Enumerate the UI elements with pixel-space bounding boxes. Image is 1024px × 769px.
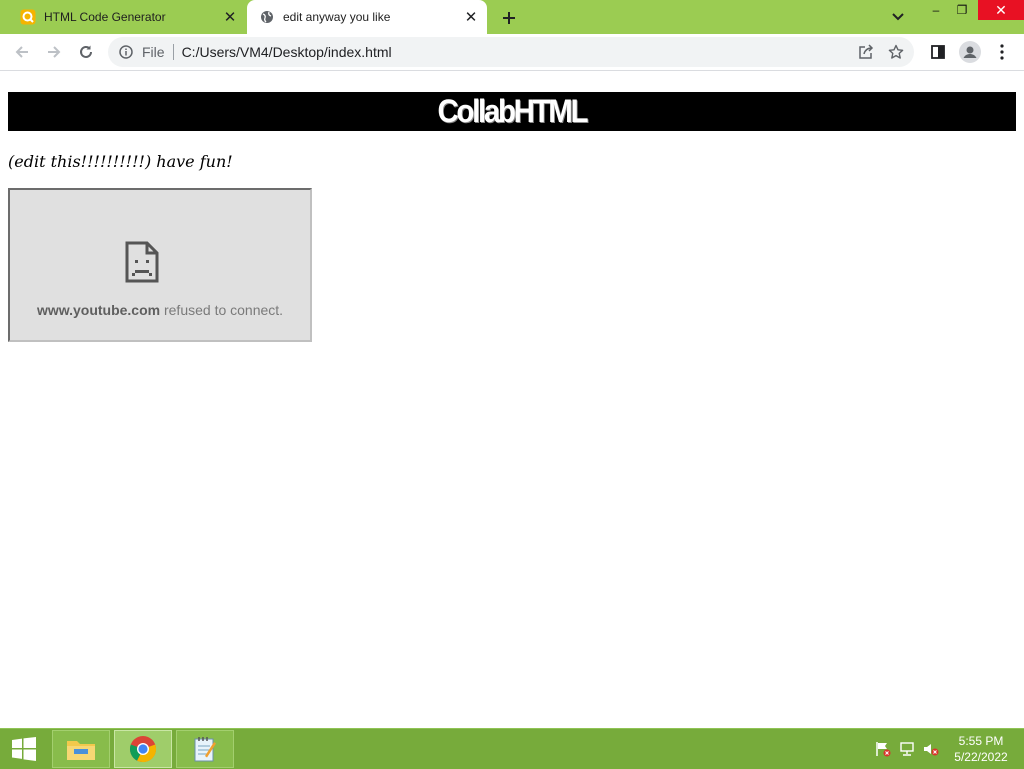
speaker-muted-icon[interactable]	[922, 741, 940, 757]
code-generator-favicon-icon	[20, 9, 36, 25]
restore-button[interactable]: ❐	[950, 0, 974, 20]
action-center-flag-icon[interactable]	[874, 741, 892, 757]
page-title: CollabHTML	[437, 93, 589, 129]
forward-arrow-icon[interactable]	[42, 40, 66, 64]
tab-title: edit anyway you like	[283, 10, 391, 24]
kebab-menu-icon[interactable]	[990, 40, 1014, 64]
url-scheme-label: File	[142, 44, 165, 60]
clock-time: 5:55 PM	[958, 734, 1004, 748]
chrome-taskbar-icon[interactable]	[114, 730, 172, 768]
taskbar: 5:55 PM 5/22/2022	[0, 728, 1024, 769]
notepad-taskbar-icon[interactable]	[176, 730, 234, 768]
windows-start-icon[interactable]	[0, 729, 48, 769]
globe-icon	[259, 9, 275, 25]
tab-close-icon[interactable]: ✕	[461, 7, 481, 27]
bookmark-star-icon[interactable]	[884, 40, 908, 64]
system-clock[interactable]: 5:55 PM 5/22/2022	[948, 733, 1014, 765]
youtube-embed-frame[interactable]: www.youtube.com refused to connect.	[8, 188, 312, 342]
network-icon[interactable]	[898, 741, 916, 757]
close-window-button[interactable]: ✕	[978, 0, 1024, 20]
site-info-icon[interactable]	[118, 44, 134, 60]
browser-toolbar: File C:/Users/VM4/Desktop/index.html	[0, 34, 1024, 71]
url-text[interactable]: C:/Users/VM4/Desktop/index.html	[182, 44, 854, 60]
embed-error-message: www.youtube.com refused to connect.	[10, 302, 310, 318]
page-banner: CollabHTML	[8, 92, 1016, 131]
page-subtitle: (edit this!!!!!!!!!!) have fun!	[8, 152, 233, 171]
file-explorer-taskbar-icon[interactable]	[52, 730, 110, 768]
tab-strip: HTML Code Generator ✕ edit anyway you li…	[0, 0, 1024, 34]
clock-date: 5/22/2022	[954, 750, 1008, 764]
address-separator	[172, 44, 174, 60]
back-arrow-icon[interactable]	[10, 40, 34, 64]
embed-error-text: refused to connect.	[160, 302, 284, 318]
address-bar[interactable]: File C:/Users/VM4/Desktop/index.html	[108, 37, 914, 67]
reload-icon[interactable]	[74, 40, 98, 64]
tab-title: HTML Code Generator	[44, 10, 166, 24]
tab-html-code-generator[interactable]: HTML Code Generator ✕	[8, 0, 246, 34]
new-tab-button[interactable]	[498, 7, 520, 29]
share-icon[interactable]	[854, 40, 878, 64]
side-panel-icon[interactable]	[926, 40, 950, 64]
embed-domain: www.youtube.com	[36, 302, 161, 318]
sad-page-icon	[124, 240, 160, 284]
tab-edit-anyway[interactable]: edit anyway you like ✕	[247, 0, 487, 34]
profile-avatar-icon[interactable]	[958, 40, 982, 64]
minimize-button[interactable]: –	[924, 0, 948, 20]
tab-search-chevron-icon[interactable]	[888, 8, 908, 26]
tab-close-icon[interactable]: ✕	[220, 7, 240, 27]
